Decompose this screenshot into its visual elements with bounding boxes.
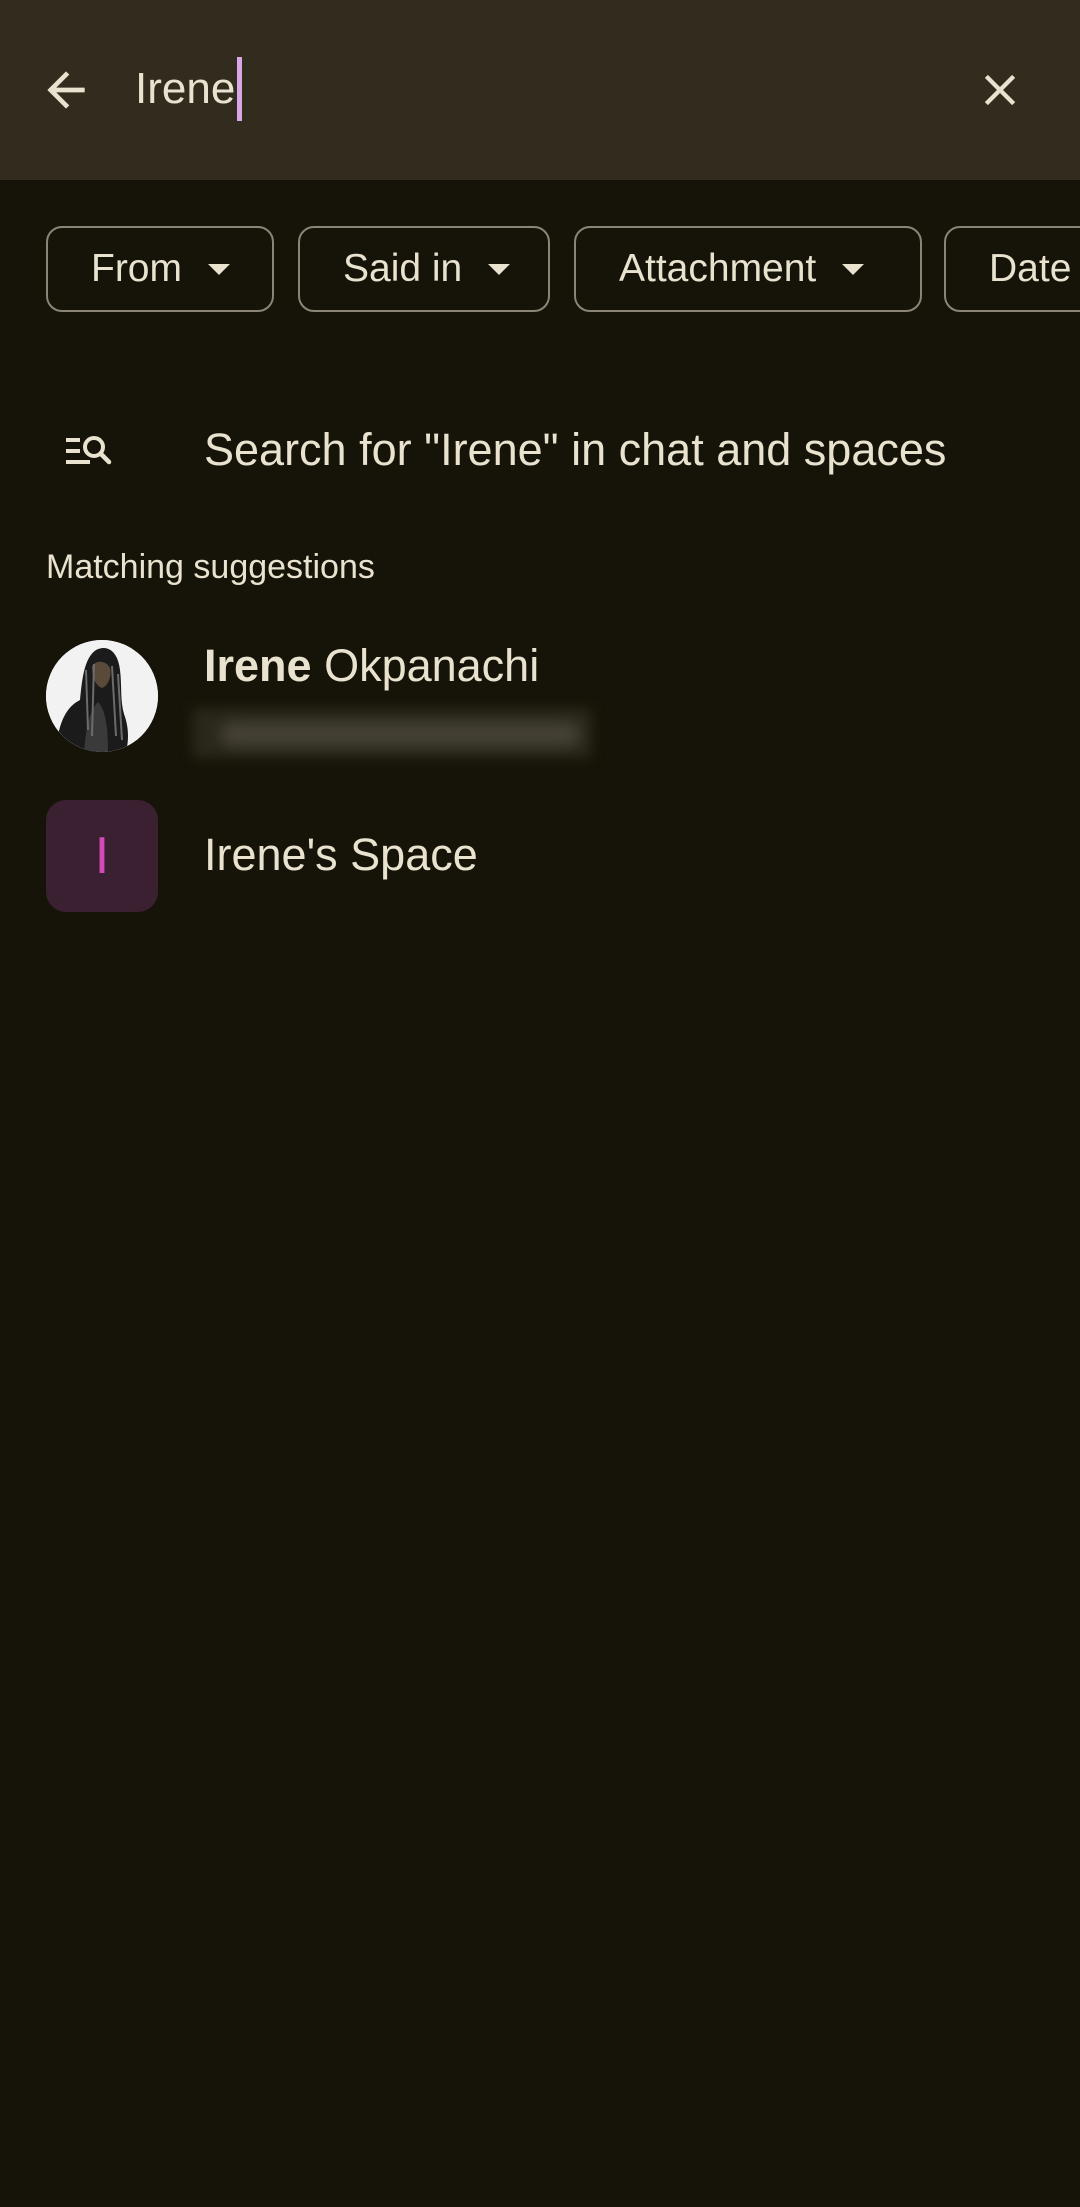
person-photo-icon: [46, 640, 158, 752]
dropdown-arrow-icon: [842, 263, 865, 275]
chip-label: Attachment: [619, 247, 817, 290]
chip-label: Date: [989, 247, 1072, 290]
name-match-highlight: Irene: [204, 640, 312, 691]
manage-search-icon: [66, 436, 112, 465]
back-button[interactable]: [30, 50, 102, 130]
search-query-text: Irene: [135, 64, 236, 113]
chip-label: Said in: [343, 247, 463, 290]
suggestion-space-row[interactable]: Irene's Space: [0, 790, 1080, 920]
chip-label: From: [91, 247, 182, 290]
filter-chip-said-in[interactable]: Said in: [298, 226, 550, 312]
contact-name: Irene Okpanachi: [204, 636, 539, 696]
space-name: Irene's Space: [204, 829, 478, 880]
name-rest: Okpanachi: [311, 640, 540, 691]
filter-chip-from[interactable]: From: [46, 226, 274, 312]
close-icon: [984, 74, 1016, 106]
avatar: [46, 640, 158, 752]
search-in-chat-and-spaces-row[interactable]: Search for "Irene" in chat and spaces: [0, 406, 1080, 496]
redacted-email-text: [220, 722, 580, 746]
filter-chips: From Said in Attachment Date: [0, 224, 1080, 316]
space-avatar: I: [46, 800, 158, 912]
filter-chip-date[interactable]: Date: [944, 226, 1080, 312]
search-app-bar: Irene: [0, 0, 1080, 180]
filter-chip-attachment[interactable]: Attachment: [574, 226, 922, 312]
space-initial: I: [94, 827, 110, 885]
text-caret: [237, 57, 243, 121]
matching-suggestions-title: Matching suggestions: [46, 548, 375, 586]
dropdown-arrow-icon: [208, 263, 230, 275]
arrow-back-icon: [47, 71, 85, 109]
dropdown-arrow-icon: [488, 263, 511, 275]
search-input[interactable]: Irene: [135, 56, 243, 122]
clear-search-button[interactable]: [960, 50, 1040, 130]
search-in-chat-label: Search for "Irene" in chat and spaces: [204, 424, 947, 475]
